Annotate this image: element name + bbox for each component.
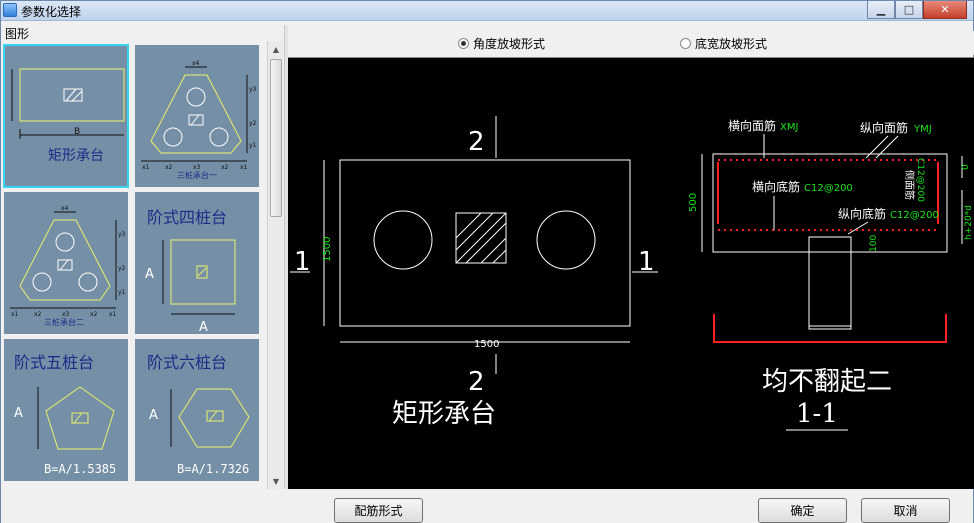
gallery-scrollbar[interactable]: ▲ ▼ xyxy=(267,41,283,489)
window-title: 参数化选择 xyxy=(21,5,82,19)
window-controls: ▁ □ ✕ xyxy=(867,1,967,19)
four-pile-dim-a-v: A xyxy=(145,267,154,282)
scroll-up-arrow-icon[interactable]: ▲ xyxy=(268,41,284,57)
four-pile-thumbnail: A A xyxy=(145,239,236,334)
dim-x4: x4 xyxy=(192,60,200,67)
dim-x2b: x2 xyxy=(221,164,229,171)
shape-gallery: B 矩形承台 x4 y3 y2 y1 x1 x2 x3 x2 x1 三桩承台一 … xyxy=(1,41,267,489)
dim2-x2a: x2 xyxy=(34,311,42,318)
tile-rect-cap[interactable]: B 矩形承台 xyxy=(3,44,129,188)
cancel-button[interactable]: 取消 xyxy=(861,498,950,523)
six-pile-thumbnail: A B=A/1.7326 xyxy=(149,388,250,476)
radio-unselected-icon xyxy=(680,38,691,49)
title-bar: 参数化选择 ▁ □ ✕ xyxy=(1,1,973,21)
five-pile-dim-a: A xyxy=(14,406,23,421)
cad-preview: 2 2 1 1 1500 1500 矩形承台 横向面筋 XMJ 纵向面筋 YMJ… xyxy=(290,116,974,431)
section-dim-zero: 0 xyxy=(961,164,971,170)
four-pile-dim-a-h: A xyxy=(199,320,208,334)
radio-angle-slope[interactable]: 角度放坡形式 xyxy=(458,35,545,52)
dim2-x1a: x1 xyxy=(11,311,19,318)
plan-mark-top: 2 xyxy=(468,127,485,157)
close-icon: ✕ xyxy=(940,3,950,16)
label-vertical-bottom-bar: 纵向底筋 xyxy=(838,206,886,221)
dim-y3: y3 xyxy=(249,86,257,93)
maximize-icon: □ xyxy=(903,3,915,16)
label-vertical-top-bar: 纵向面筋 xyxy=(860,120,908,135)
section-dim-100: 100 xyxy=(869,235,879,252)
plan-view: 2 2 1 1 1500 1500 矩形承台 xyxy=(290,116,658,429)
code-side-bar: C12@200 xyxy=(915,158,925,202)
tile-caption-three-pile-1: 三桩承台一 xyxy=(177,171,217,180)
slope-form-options: 角度放坡形式 底宽放坡形式 xyxy=(288,31,974,55)
code-vertical-top-bar: YMJ xyxy=(913,124,932,135)
dim-y1: y1 xyxy=(249,142,257,149)
radio-width-label: 底宽放坡形式 xyxy=(695,37,768,51)
section-title: 均不翻起二 xyxy=(762,367,892,397)
dim-x1b: x1 xyxy=(240,164,248,171)
code-horizontal-top-bar: XMJ xyxy=(780,122,798,133)
close-button[interactable]: ✕ xyxy=(923,1,967,19)
dim2-y2: y2 xyxy=(118,265,126,272)
five-pile-thumbnail: A B=A/1.5385 xyxy=(14,386,116,476)
dialog-button-bar: 配筋形式 确定 取消 xyxy=(1,489,973,523)
tile-three-pile-cap-1[interactable]: x4 y3 y2 y1 x1 x2 x3 x2 x1 三桩承台一 xyxy=(135,45,259,187)
scroll-thumb[interactable] xyxy=(270,59,282,217)
dim2-x1b: x1 xyxy=(109,311,117,318)
label-horizontal-bottom-bar: 横向底筋 xyxy=(752,179,800,194)
tile-caption-three-pile-2: 三桩承台二 xyxy=(44,318,84,327)
rect-cap-thumbnail: B xyxy=(11,68,125,139)
label-horizontal-top-bar: 横向面筋 xyxy=(728,118,776,133)
dim-y2: y2 xyxy=(249,120,257,127)
plan-mark-left: 1 xyxy=(294,247,311,277)
label-side-bar: 侧面筋 xyxy=(903,170,916,200)
five-pile-formula: B=A/1.5385 xyxy=(44,462,116,476)
plan-mark-bottom: 2 xyxy=(468,367,485,397)
section-dim-formula: h+20*d xyxy=(964,205,974,240)
shapes-label: 图形 xyxy=(5,27,30,41)
plan-dim-width: 1500 xyxy=(474,339,499,350)
tile-stepped-five-pile[interactable]: 阶式五桩台 A B=A/1.5385 xyxy=(4,339,128,481)
minimize-button[interactable]: ▁ xyxy=(867,1,895,19)
rebar-form-button[interactable]: 配筋形式 xyxy=(334,498,423,523)
preview-canvas: 2 2 1 1 1500 1500 矩形承台 横向面筋 XMJ 纵向面筋 YMJ… xyxy=(288,57,974,489)
dim-x2a: x2 xyxy=(165,164,173,171)
rect-cap-dim-b: B xyxy=(74,127,80,137)
dim-x1a: x1 xyxy=(142,164,150,171)
dim2-y3: y3 xyxy=(118,231,126,238)
plan-dim-height: 1500 xyxy=(322,237,333,262)
three-pile-cap-2-thumbnail: x4 y3 y2 y1 x1 x2 x3 x2 x1 xyxy=(10,205,126,318)
dim2-x2b: x2 xyxy=(90,311,98,318)
tile-three-pile-cap-2[interactable]: x4 y3 y2 y1 x1 x2 x3 x2 x1 三桩承台二 xyxy=(4,192,128,334)
code-vertical-bottom-bar: C12@200 xyxy=(890,210,939,221)
section-view: 横向面筋 XMJ 纵向面筋 YMJ 横向底筋 C12@200 纵向底筋 C12@… xyxy=(688,118,974,431)
dim2-x4: x4 xyxy=(61,205,69,212)
six-pile-formula: B=A/1.7326 xyxy=(177,462,249,476)
tile-stepped-four-pile[interactable]: 阶式四桩台 A A xyxy=(135,192,259,334)
ok-button[interactable]: 确定 xyxy=(758,498,847,523)
three-pile-cap-1-thumbnail: x4 y3 y2 y1 x1 x2 x3 x2 x1 xyxy=(141,60,257,171)
six-pile-dim-a: A xyxy=(149,408,158,423)
section-mark: 1-1 xyxy=(796,399,838,429)
minimize-icon: ▁ xyxy=(876,3,886,16)
maximize-button[interactable]: □ xyxy=(895,1,923,19)
tile-title-rect-cap: 矩形承台 xyxy=(48,148,104,164)
dim2-y1: y1 xyxy=(118,289,126,296)
parametric-selection-window: 参数化选择 ▁ □ ✕ 图形 B 矩形承台 x4 y3 y2 y1 x1 x2 … xyxy=(0,0,974,523)
app-icon xyxy=(3,3,17,17)
section-dim-height: 500 xyxy=(688,193,699,212)
radio-selected-icon xyxy=(458,38,469,49)
plan-mark-right: 1 xyxy=(638,247,655,277)
code-horizontal-bottom-bar: C12@200 xyxy=(804,183,853,194)
radio-angle-label: 角度放坡形式 xyxy=(473,37,546,51)
plan-title: 矩形承台 xyxy=(392,399,496,429)
tile-stepped-six-pile[interactable]: 阶式六桩台 A B=A/1.7326 xyxy=(135,339,259,481)
scroll-down-arrow-icon[interactable]: ▼ xyxy=(268,473,284,489)
radio-width-slope[interactable]: 底宽放坡形式 xyxy=(680,35,767,52)
